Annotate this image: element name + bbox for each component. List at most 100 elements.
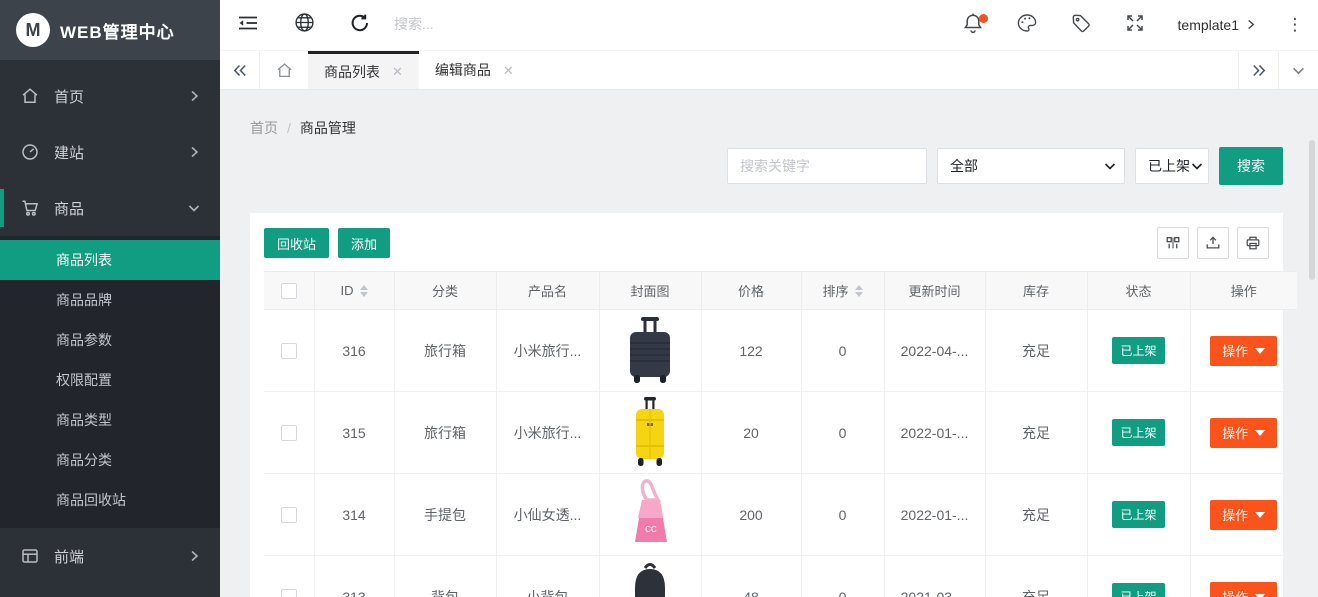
row-action-button[interactable]: 操作 — [1210, 336, 1277, 366]
product-cover-thumbnail[interactable] — [617, 312, 683, 386]
refresh-button[interactable] — [332, 0, 388, 50]
product-cover-thumbnail[interactable] — [617, 394, 683, 468]
export-button[interactable] — [1197, 227, 1229, 259]
cell-updated: 2022-01-... — [884, 392, 985, 474]
tags-button[interactable] — [1054, 0, 1108, 50]
sort-icon[interactable] — [360, 285, 368, 297]
cell-status: 已上架 — [1087, 310, 1190, 392]
sidebar-item-goods-brand[interactable]: 商品品牌 — [0, 280, 220, 320]
row-action-button[interactable]: 操作 — [1210, 582, 1277, 597]
recycle-bin-button[interactable]: 回收站 — [264, 228, 329, 258]
cell-price: 122 — [701, 310, 801, 392]
tab-edit-goods[interactable]: 编辑商品 ✕ — [419, 51, 530, 89]
globe-icon — [294, 12, 315, 38]
row-checkbox[interactable] — [281, 507, 297, 523]
sidebar-item-home[interactable]: 首页 — [0, 68, 220, 124]
row-checkbox[interactable] — [281, 589, 297, 597]
goods-table: ID 分类 产品名 封面图 价格 排序 更新时间 库存 状态 操作 316旅行箱 — [264, 271, 1297, 597]
sidebar-item-goods-params[interactable]: 商品参数 — [0, 320, 220, 360]
column-settings-button[interactable] — [1157, 227, 1189, 259]
collapse-menu-button[interactable] — [220, 0, 276, 50]
status-badge: 已上架 — [1112, 583, 1164, 597]
column-setting-icon — [1165, 235, 1181, 251]
select-all-cell — [264, 272, 314, 310]
cell-sort: 0 — [801, 392, 884, 474]
table-row: 315旅行箱小米旅行... 2002022-01-...充足已上架操作 — [264, 392, 1297, 474]
search-button[interactable]: 搜索 — [1219, 147, 1283, 185]
app-title: WEB管理中心 — [60, 18, 175, 43]
fullscreen-button[interactable] — [1108, 0, 1162, 50]
refresh-icon — [350, 13, 370, 38]
print-button[interactable] — [1237, 227, 1269, 259]
sort-icon[interactable] — [855, 285, 863, 297]
tab-home[interactable] — [260, 51, 308, 89]
more-menu-button[interactable]: ⋮ — [1272, 0, 1318, 50]
gauge-icon — [20, 142, 40, 162]
content-area: 首页 / 商品管理 全部 已上架 搜索 回收站 添加 — [220, 90, 1318, 597]
col-header-id[interactable]: ID — [314, 272, 394, 310]
sidebar-item-site[interactable]: 建站 — [0, 124, 220, 180]
status-select[interactable]: 已上架 — [1135, 148, 1209, 184]
cell-cover — [599, 392, 701, 474]
cell-status: 已上架 — [1087, 474, 1190, 556]
sidebar-item-label: 建站 — [54, 142, 84, 163]
tabs-scroll-right-button[interactable] — [1238, 51, 1278, 89]
home-icon — [20, 86, 40, 106]
global-search-input[interactable] — [394, 16, 614, 32]
scrollbar-thumb[interactable] — [1309, 140, 1315, 280]
select-all-checkbox[interactable] — [281, 283, 297, 299]
cell-id: 313 — [314, 556, 394, 597]
language-button[interactable] — [276, 0, 332, 50]
breadcrumb-home[interactable]: 首页 — [250, 118, 278, 138]
close-icon[interactable]: ✕ — [503, 64, 514, 77]
keyword-input[interactable] — [727, 148, 927, 184]
svg-text:CC: CC — [645, 525, 657, 534]
tag-icon — [1071, 13, 1091, 38]
cell-sort: 0 — [801, 474, 884, 556]
sidebar-item-label: 前端 — [54, 546, 84, 567]
tabs-scroll-left-button[interactable] — [220, 51, 260, 89]
cell-action: 操作 — [1190, 392, 1297, 474]
tabbar-spacer — [530, 51, 1238, 89]
sidebar-item-goods-category[interactable]: 商品分类 — [0, 440, 220, 480]
notifications-button[interactable] — [946, 0, 1000, 50]
sidebar-item-goods[interactable]: 商品 — [0, 180, 220, 236]
product-cover-thumbnail[interactable] — [617, 558, 683, 597]
template-switcher[interactable]: template1 — [1162, 17, 1272, 33]
cell-name: 小仙女透... — [496, 474, 599, 556]
theme-button[interactable] — [1000, 0, 1054, 50]
sidebar-item-frontend[interactable]: 前端 — [0, 528, 220, 584]
sidebar-item-goods-type[interactable]: 商品类型 — [0, 400, 220, 440]
cart-icon — [20, 198, 40, 218]
cell-action: 操作 — [1190, 556, 1297, 597]
category-select[interactable]: 全部 — [937, 148, 1125, 184]
close-icon[interactable]: ✕ — [392, 65, 403, 78]
breadcrumb-current: 商品管理 — [300, 118, 356, 138]
tab-goods-list[interactable]: 商品列表 ✕ — [308, 51, 419, 89]
table-row: 316旅行箱小米旅行... 12202022-04-...充足已上架操作 — [264, 310, 1297, 392]
row-checkbox[interactable] — [281, 425, 297, 441]
goods-table-card: 回收站 添加 — [250, 213, 1283, 597]
row-checkbox[interactable] — [281, 343, 297, 359]
table-row: 313背包小背包 4802021-03-...充足已上架操作 — [264, 556, 1297, 597]
sidebar-item-goods-list[interactable]: 商品列表 — [0, 240, 220, 280]
print-icon — [1245, 235, 1261, 251]
breadcrumb-separator: / — [287, 120, 291, 136]
col-header-price: 价格 — [701, 272, 801, 310]
export-icon — [1205, 235, 1221, 251]
product-cover-thumbnail[interactable]: CC — [617, 476, 683, 550]
status-select-value: 已上架 — [1148, 156, 1190, 176]
chevron-down-icon — [1104, 160, 1116, 172]
cell-id: 314 — [314, 474, 394, 556]
col-header-sort[interactable]: 排序 — [801, 272, 884, 310]
row-action-button[interactable]: 操作 — [1210, 418, 1277, 448]
sidebar-item-permission[interactable]: 权限配置 — [0, 360, 220, 400]
chevron-right-icon — [188, 90, 200, 102]
double-chevron-right-icon — [1252, 64, 1266, 77]
sidebar-item-components[interactable]: 组件 — [0, 584, 220, 597]
add-button[interactable]: 添加 — [338, 228, 390, 258]
row-action-button[interactable]: 操作 — [1210, 500, 1277, 530]
tabs-menu-button[interactable] — [1278, 51, 1318, 89]
cell-updated: 2021-03-... — [884, 556, 985, 597]
sidebar-item-goods-recycle[interactable]: 商品回收站 — [0, 480, 220, 520]
